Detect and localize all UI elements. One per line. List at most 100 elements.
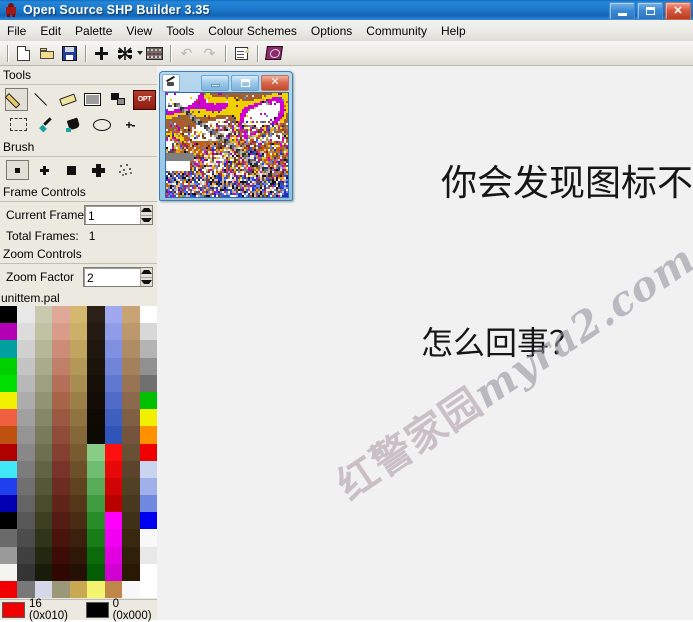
rectangle-tool[interactable] (81, 88, 105, 111)
palette-color-cell[interactable] (139, 323, 157, 341)
palette-color-cell[interactable] (87, 323, 105, 341)
palette-color-cell[interactable] (87, 546, 105, 564)
add-frame-button[interactable] (90, 42, 113, 64)
menu-item-edit[interactable]: Edit (33, 22, 68, 40)
sprite-canvas-container[interactable] (165, 92, 289, 198)
undo-button[interactable]: ↶ (175, 42, 198, 64)
pencil-tool[interactable] (4, 88, 29, 111)
palette-color-cell[interactable] (17, 340, 35, 358)
eraser-tool[interactable] (55, 88, 80, 111)
sprite-canvas[interactable] (166, 93, 288, 197)
palette-color-cell[interactable] (52, 426, 70, 444)
line-tool[interactable] (30, 88, 54, 111)
menu-item-view[interactable]: View (119, 22, 159, 40)
menu-item-tools[interactable]: Tools (159, 22, 201, 40)
palette-color-cell[interactable] (122, 443, 140, 461)
zoom-factor-spin-buttons[interactable] (139, 268, 152, 287)
close-button[interactable]: ✕ (665, 2, 691, 20)
palette-color-cell[interactable] (87, 512, 105, 530)
palette-color-cell[interactable] (17, 495, 35, 513)
palette-color-cell[interactable] (122, 581, 140, 599)
current-frame-spin-buttons[interactable] (139, 206, 152, 224)
palette-color-cell[interactable] (17, 306, 35, 324)
palette-color-cell[interactable] (34, 340, 53, 358)
palette-color-cell[interactable] (0, 512, 18, 530)
plus-minus-tool[interactable]: +- (117, 113, 143, 136)
palette-color-cell[interactable] (34, 546, 53, 564)
palette-color-cell[interactable] (139, 374, 157, 392)
menu-item-palette[interactable]: Palette (68, 22, 119, 40)
palette-color-cell[interactable] (104, 306, 123, 324)
palette-color-cell[interactable] (87, 563, 105, 581)
palette-color-cell[interactable] (0, 495, 18, 513)
redo-button[interactable]: ↷ (198, 42, 221, 64)
palette-color-cell[interactable] (34, 529, 53, 547)
zoom-factor-decrement[interactable] (140, 278, 152, 287)
palette-color-cell[interactable] (34, 306, 53, 324)
palette-color-cell[interactable] (69, 306, 88, 324)
palette-color-cell[interactable] (17, 443, 35, 461)
palette-color-cell[interactable] (104, 512, 123, 530)
palette-color-cell[interactable] (0, 563, 18, 581)
palette-color-cell[interactable] (17, 460, 35, 478)
palette-color-cell[interactable] (87, 443, 105, 461)
brush-plus-small[interactable] (33, 160, 56, 180)
palette-color-cell[interactable] (34, 374, 53, 392)
palette-color-cell[interactable] (87, 409, 105, 427)
child-close-button[interactable]: ✕ (261, 74, 289, 91)
palette-color-cell[interactable] (87, 529, 105, 547)
palette-color-cell[interactable] (122, 323, 140, 341)
palette-color-cell[interactable] (69, 477, 88, 496)
palette-color-cell[interactable] (52, 340, 70, 358)
palette-color-cell[interactable] (69, 409, 88, 427)
eyedropper-tool[interactable] (33, 113, 59, 136)
palette-color-cell[interactable] (139, 529, 157, 547)
brush-spray[interactable] (114, 160, 137, 180)
brush-plus-large[interactable] (87, 160, 110, 180)
palette-color-cell[interactable] (104, 495, 123, 513)
palette-color-cell[interactable] (52, 374, 70, 392)
palette-color-cell[interactable] (69, 443, 88, 461)
maximize-button[interactable] (637, 2, 663, 20)
paint-bucket-tool[interactable] (61, 113, 87, 136)
current-frame-input[interactable] (85, 206, 140, 226)
properties-button[interactable] (230, 42, 253, 64)
palette-color-cell[interactable] (122, 340, 140, 358)
palette-color-cell[interactable] (0, 323, 18, 341)
palette-color-cell[interactable] (0, 306, 18, 324)
palette-color-cell[interactable] (17, 529, 35, 547)
palette-color-cell[interactable] (17, 374, 35, 392)
palette-color-cell[interactable] (0, 546, 18, 564)
palette-color-cell[interactable] (87, 495, 105, 513)
shapes-tool[interactable] (106, 88, 131, 111)
palette-color-cell[interactable] (34, 460, 53, 478)
palette-color-cell[interactable] (69, 529, 88, 547)
palette-color-cell[interactable] (139, 306, 157, 324)
palette-color-cell[interactable] (122, 495, 140, 513)
current-frame-stepper[interactable] (84, 205, 153, 226)
palette-color-cell[interactable] (104, 546, 123, 564)
palette-color-cell[interactable] (122, 460, 140, 478)
palette-color-cell[interactable] (104, 581, 123, 599)
palette-color-cell[interactable] (104, 357, 123, 375)
palette-color-cell[interactable] (122, 357, 140, 375)
zoom-factor-increment[interactable] (140, 268, 152, 278)
current-frame-increment[interactable] (140, 206, 152, 216)
minimize-button[interactable] (609, 2, 635, 20)
palette-color-cell[interactable] (139, 581, 157, 599)
palette-color-cell[interactable] (104, 391, 123, 410)
help-book-button[interactable] (262, 42, 285, 64)
palette-color-cell[interactable] (139, 546, 157, 564)
palette-color-cell[interactable] (69, 357, 88, 375)
palette-color-cell[interactable] (52, 477, 70, 496)
palette-color-cell[interactable] (52, 443, 70, 461)
palette-color-cell[interactable] (122, 426, 140, 444)
palette-color-cell[interactable] (52, 495, 70, 513)
palette-color-cell[interactable] (34, 323, 53, 341)
new-file-button[interactable] (12, 42, 35, 64)
palette-color-cell[interactable] (87, 426, 105, 444)
palette-color-cell[interactable] (17, 477, 35, 496)
palette-color-cell[interactable] (52, 409, 70, 427)
color-palette[interactable] (0, 306, 157, 599)
palette-color-cell[interactable] (69, 512, 88, 530)
